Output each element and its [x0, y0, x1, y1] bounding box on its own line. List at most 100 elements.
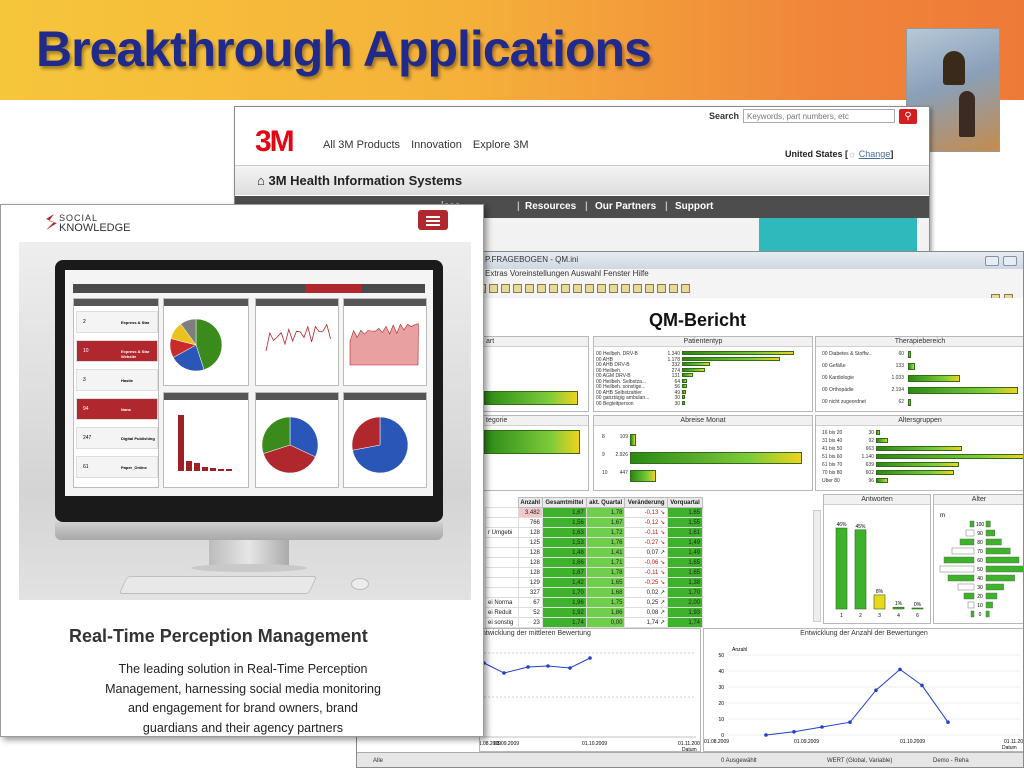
toolbar	[477, 280, 1017, 303]
toolbar-icon[interactable]	[669, 284, 678, 293]
cell-anzahl: 128	[517, 527, 543, 538]
row-label	[485, 557, 519, 568]
table-row[interactable]: ei Norma 67 1,96 1,75 0,25 ↗ 2,00	[485, 597, 703, 608]
toolbar-filter-icon[interactable]	[561, 284, 570, 293]
toolbar-print-icon[interactable]	[573, 284, 582, 293]
table-row[interactable]: 128 1,66 1,71 -0,06 ↘ 1,65	[485, 557, 703, 568]
keyboard	[118, 576, 318, 594]
home-icon[interactable]: ⌂	[257, 173, 265, 188]
row-label	[485, 567, 519, 578]
minimize-button[interactable]	[985, 256, 999, 266]
alter-bar-right	[985, 610, 990, 618]
bar-value: 60	[898, 351, 904, 357]
panel-anzahl-bewertungen: Entwicklung der Anzahl der Bewertungen A…	[703, 628, 1023, 752]
table-row[interactable]: 125 1,53 1,76 -0,27 ↘ 1,49	[485, 537, 703, 548]
nav-innovation[interactable]: Innovation	[411, 139, 462, 151]
screen-bar	[178, 415, 184, 471]
table-row[interactable]: 128 1,67 1,78 -0,11 ↘ 1,65	[485, 567, 703, 578]
table-row[interactable]: ei sonstig 23 1,74 0,00 1,74 ↗ 1,74	[485, 617, 703, 628]
toolbar-chart-icon[interactable]	[513, 284, 522, 293]
col-veraenderung[interactable]: Veränderung	[624, 497, 669, 508]
social-knowledge-logo-icon	[46, 214, 57, 230]
toolbar-icon[interactable]	[597, 284, 606, 293]
cell-veraenderung: 0,08 ↗	[624, 607, 669, 618]
alter-tick-label: 10	[977, 603, 983, 609]
cell-vorquartal: 1,49	[667, 547, 703, 558]
list-item[interactable]: 94 Nana	[76, 398, 158, 420]
table-row[interactable]: 327 1,70 1,68 0,02 ↗ 1,70	[485, 587, 703, 598]
bar-mark	[682, 384, 687, 388]
screen-list-panel: 2 Express & Star 10 Express & Star Website 3…	[73, 298, 159, 488]
col-akt-quartal[interactable]: akt. Quartal	[585, 497, 626, 508]
mittlere-bewertung-chart: 01.09.200901.10.200901.11.200901.08.2009…	[480, 652, 700, 751]
toolbar-chart-icon[interactable]	[501, 284, 510, 293]
toolbar-chart-icon[interactable]	[549, 284, 558, 293]
cell-anzahl: 128	[517, 547, 543, 558]
toolbar-chart-icon[interactable]	[537, 284, 546, 293]
alter-bar-right	[985, 547, 1011, 555]
panel-header	[344, 393, 426, 400]
list-item[interactable]: 10 Express & Star Website	[76, 340, 158, 362]
alter-tick-label: 30	[977, 585, 983, 591]
change-country-link[interactable]: Change	[859, 149, 891, 159]
social-knowledge-logo[interactable]: SOCIAL KNOWLEDGE	[59, 213, 131, 234]
cell-anzahl: 129	[517, 577, 543, 588]
toolbar-icon[interactable]	[645, 284, 654, 293]
nav-all-products[interactable]: All 3M Products	[323, 139, 400, 151]
col-vorquartal[interactable]: Vorquartal	[667, 497, 703, 508]
toolbar-search-icon[interactable]	[633, 284, 642, 293]
table-scrollbar[interactable]	[813, 510, 821, 622]
cell-anzahl: 67	[517, 597, 543, 608]
panel-mittlere-bewertung: ntwicklung der mittleren Bewertung 01.09…	[479, 628, 701, 752]
toolbar-icon[interactable]	[681, 284, 690, 293]
screen-bar-chart	[178, 415, 232, 471]
table-row[interactable]: ei Reduit 52 1,92 1,86 0,08 ↗ 1,93	[485, 607, 703, 618]
cell-veraenderung: -0,13 ↘	[624, 507, 669, 518]
table-row[interactable]: r Umgebi 128 1,63 1,72 -0,11 ↘ 1,61	[485, 527, 703, 538]
bar-value: 30	[868, 430, 874, 436]
table-row[interactable]: 3.482 1,67 1,78 -0,13 ↘ 1,65	[485, 507, 703, 518]
list-item[interactable]: 247 Digital Publishing	[76, 427, 158, 449]
bar-mark	[876, 438, 888, 443]
table-row[interactable]: 128 1,48 1,41 0,07 ↗ 1,49	[485, 547, 703, 558]
alter-bar-left	[969, 520, 975, 528]
toolbar-icon[interactable]	[657, 284, 666, 293]
search-button[interactable]: ⚲	[899, 109, 917, 124]
search-input[interactable]	[743, 109, 895, 123]
nav-explore-3m[interactable]: Explore 3M	[473, 139, 529, 151]
cell-vorquartal: 1,38	[667, 577, 703, 588]
bar-mark	[908, 399, 912, 406]
3m-logo[interactable]: 3M	[255, 125, 295, 159]
toolbar-chart-icon[interactable]	[489, 284, 498, 293]
col-anzahl[interactable]: Anzahl	[517, 497, 543, 508]
col-gesamtmittel[interactable]: Gesamtmittel	[541, 497, 587, 508]
series-point	[946, 720, 950, 724]
menu-support[interactable]: Support	[675, 201, 713, 212]
maximize-button[interactable]	[1003, 256, 1017, 266]
toolbar-chart-icon[interactable]	[525, 284, 534, 293]
menu-resources[interactable]: Resources	[525, 201, 576, 212]
cell-veraenderung: 0,07 ↗	[624, 547, 669, 558]
table-row[interactable]: 766 1,56 1,67 -0,12 ↘ 1,55	[485, 517, 703, 528]
toolbar-table-icon[interactable]	[585, 284, 594, 293]
toolbar-search-icon[interactable]	[621, 284, 630, 293]
list-item[interactable]: 61 Paper_Online	[76, 456, 158, 478]
alter-tick-label: 20	[977, 594, 983, 600]
list-item[interactable]: 2 Express & Star	[76, 311, 158, 333]
bar-value: 1.033	[891, 375, 904, 381]
alter-tick-label: 80	[977, 540, 983, 546]
screen-navbar	[73, 284, 425, 293]
list-item[interactable]: 3 Hastie	[76, 369, 158, 391]
toolbar-icon[interactable]	[609, 284, 618, 293]
bar-mark	[908, 363, 915, 370]
menu-bar[interactable]: Extras Voreinstellungen Auswahl Fenster …	[485, 269, 649, 278]
cell-akt-quartal: 1,68	[585, 587, 626, 598]
screen-bar	[186, 461, 192, 471]
cell-veraenderung: 0,02 ↗	[624, 587, 669, 598]
window-title: P.FRAGEBOGEN - QM.ini	[485, 255, 579, 264]
screen-bar-panel	[163, 392, 249, 488]
menu-our-partners[interactable]: Our Partners	[595, 201, 656, 212]
cell-gesamtmittel: 1,70	[541, 587, 587, 598]
table-row[interactable]: 129 1,42 1,65 -0,25 ↘ 1,38	[485, 577, 703, 588]
menu-button[interactable]	[418, 210, 448, 230]
